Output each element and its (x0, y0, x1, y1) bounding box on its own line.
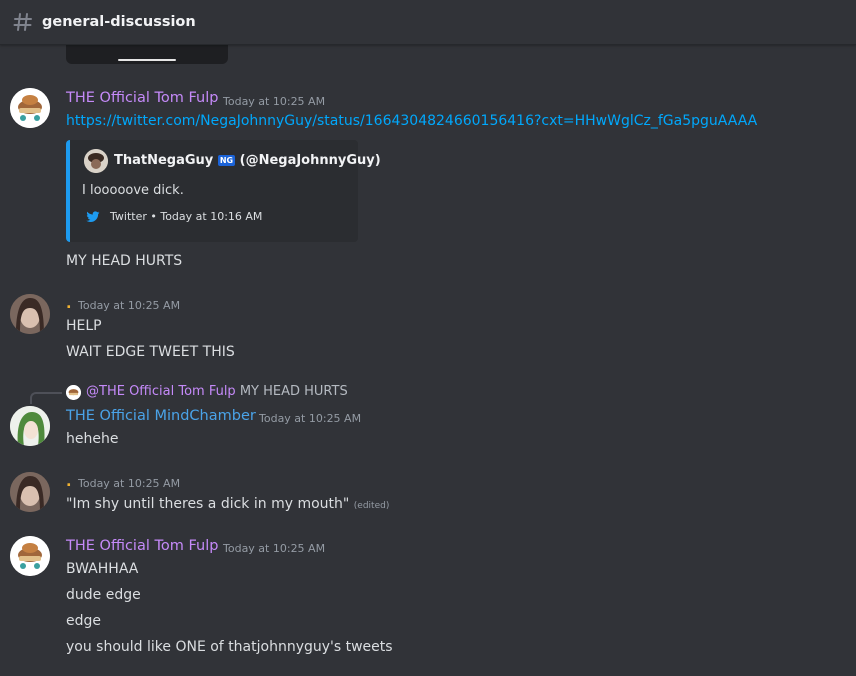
message-text: edge (66, 613, 101, 629)
tweet-link[interactable]: https://twitter.com/NegaJohnnyGuy/status… (66, 113, 757, 129)
ng-flag-icon: NG (217, 155, 236, 166)
embed-footer: Twitter • Today at 10:16 AM (86, 210, 262, 223)
channel-header: general-discussion (0, 0, 856, 45)
tom-avatar-icon (10, 536, 50, 576)
tom-avatar-icon (66, 385, 81, 400)
author-name[interactable]: THE Official Tom Fulp (66, 538, 218, 554)
author-name[interactable]: . (66, 474, 72, 490)
embed-author-avatar (84, 149, 108, 173)
user-photo-icon (10, 294, 50, 334)
embed-author[interactable]: ThatNegaGuy NG (@NegaJohnnyGuy) (114, 153, 381, 168)
author-name[interactable]: THE Official Tom Fulp (66, 90, 218, 106)
image-scrubber (118, 59, 176, 61)
message-text-line: "Im shy until theres a dick in my mouth"… (66, 496, 389, 512)
timestamp: Today at 10:25 AM (78, 299, 181, 312)
timestamp: Today at 10:25 AM (223, 542, 326, 555)
timestamp: Today at 10:25 AM (78, 477, 181, 490)
hash-icon (12, 11, 34, 33)
message-text: BWAHHAA (66, 561, 139, 577)
embed-description: I looooove dick. (82, 183, 184, 198)
message-text: dude edge (66, 587, 141, 603)
message-text: MY HEAD HURTS (66, 253, 183, 269)
avatar[interactable] (10, 406, 50, 446)
twitter-bird-icon (86, 210, 100, 222)
message-text: "Im shy until theres a dick in my mouth" (66, 496, 350, 512)
reply-content: MY HEAD HURTS (239, 384, 348, 399)
avatar[interactable] (10, 88, 50, 128)
timestamp: Today at 10:25 AM (259, 412, 362, 425)
reply-mention[interactable]: @THE Official Tom Fulp (86, 384, 236, 399)
mindchamber-avatar-icon (10, 406, 50, 446)
message-text: hehehe (66, 431, 119, 447)
author-name[interactable]: . (66, 296, 72, 312)
reply-spine (30, 392, 62, 404)
author-name[interactable]: THE Official MindChamber (66, 408, 256, 424)
channel-name: general-discussion (42, 14, 196, 30)
timestamp: Today at 10:25 AM (223, 95, 326, 108)
message-text: you should like ONE of thatjohnnyguy's t… (66, 639, 393, 655)
user-photo-icon (10, 472, 50, 512)
nega-avatar-icon (84, 149, 108, 173)
avatar[interactable] (10, 294, 50, 334)
reply-preview[interactable]: @THE Official Tom Fulp MY HEAD HURTS (86, 384, 348, 399)
avatar[interactable] (10, 472, 50, 512)
message-text: HELP (66, 318, 102, 334)
message-text: WAIT EDGE TWEET THIS (66, 344, 235, 360)
avatar[interactable] (10, 536, 50, 576)
reply-avatar[interactable] (66, 385, 81, 400)
edited-label: (edited) (353, 501, 390, 511)
tom-avatar-icon (10, 88, 50, 128)
tweet-embed: ThatNegaGuy NG (@NegaJohnnyGuy) I looooo… (66, 140, 381, 242)
